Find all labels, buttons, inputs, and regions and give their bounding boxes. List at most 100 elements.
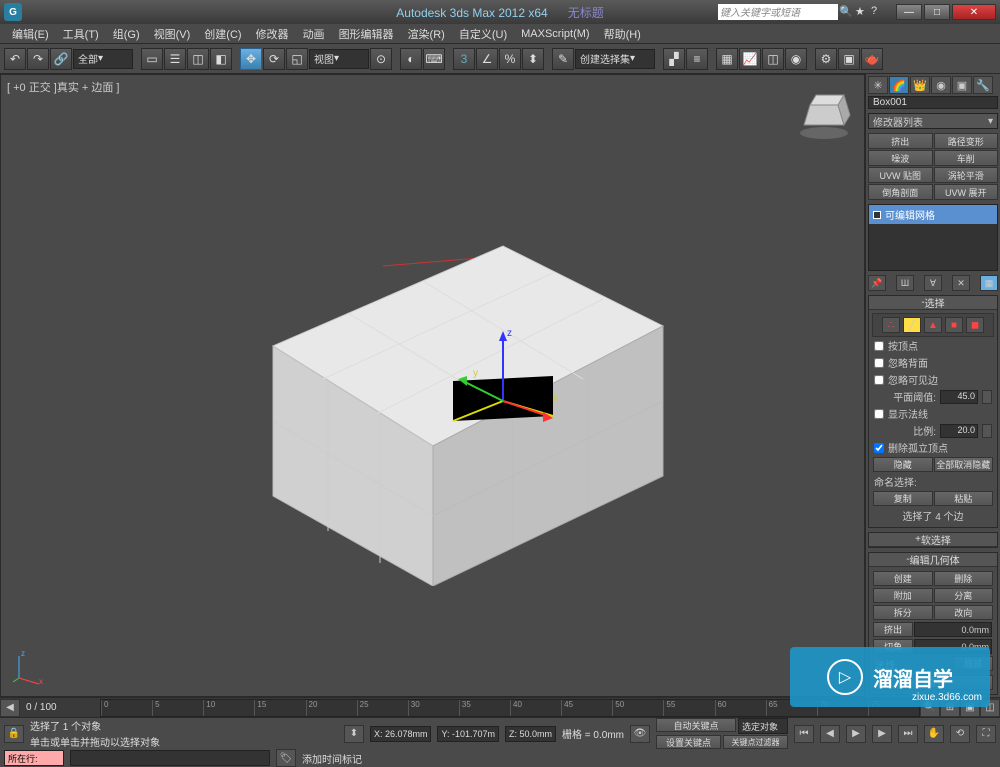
mod-lathe[interactable]: 车削 bbox=[934, 150, 999, 166]
listener-input[interactable] bbox=[70, 750, 270, 766]
keyfilters-button[interactable]: 关键点过滤器 bbox=[723, 735, 788, 749]
material-editor-button[interactable]: ◉ bbox=[785, 48, 807, 70]
render-frame-button[interactable]: ▣ bbox=[838, 48, 860, 70]
viewport-label[interactable]: [ +0 正交 ]真实 + 边面 ] bbox=[7, 79, 119, 95]
show-normals-checkbox[interactable]: 显示法线 bbox=[872, 405, 994, 422]
geo-detach-button[interactable]: 分离 bbox=[934, 588, 994, 603]
rollout-softsel-header[interactable]: + 软选择 bbox=[869, 533, 997, 547]
add-time-tag-button[interactable]: 🏷 bbox=[276, 749, 296, 767]
lock-selection-button[interactable]: 🔒 bbox=[4, 725, 24, 743]
menu-create[interactable]: 创建(C) bbox=[198, 24, 247, 44]
listener-label[interactable]: 所在行: bbox=[4, 750, 64, 766]
unhideall-button[interactable]: 全部取消隐藏 bbox=[934, 457, 994, 472]
viewport-nav-pan[interactable]: ✋ bbox=[924, 725, 944, 743]
tab-motion[interactable]: ◉ bbox=[931, 76, 951, 94]
geo-turn-button[interactable]: 改向 bbox=[934, 605, 994, 620]
move-button[interactable]: ✥ bbox=[240, 48, 262, 70]
menu-rendering[interactable]: 渲染(R) bbox=[402, 24, 451, 44]
geo-divide-button[interactable]: 拆分 bbox=[873, 605, 933, 620]
help-search-input[interactable]: 键入关键字或短语 bbox=[718, 4, 838, 20]
play-prev-button[interactable]: ◀ bbox=[820, 725, 840, 743]
layer-manager-button[interactable]: ▦ bbox=[716, 48, 738, 70]
tab-modify[interactable]: 🌈 bbox=[889, 76, 909, 94]
geo-extrude-field[interactable]: 0.0mm bbox=[914, 622, 992, 637]
modifier-stack[interactable]: 可编辑网格 bbox=[868, 204, 998, 271]
help-icon[interactable]: ? bbox=[871, 5, 885, 19]
menu-graph[interactable]: 图形编辑器 bbox=[333, 24, 400, 44]
remove-modifier-button[interactable]: ✕ bbox=[952, 275, 970, 291]
select-manipulate-button[interactable]: ◐ bbox=[400, 48, 422, 70]
menu-edit[interactable]: 编辑(E) bbox=[6, 24, 55, 44]
setkey-button[interactable]: 设置关键点 bbox=[656, 735, 721, 749]
pivot-button[interactable]: ⊙ bbox=[370, 48, 392, 70]
rollout-selection-header[interactable]: - 选择 bbox=[869, 296, 997, 310]
viewport-nav-minmax[interactable]: ⛶ bbox=[976, 725, 996, 743]
subobj-element[interactable]: ◼ bbox=[966, 317, 984, 333]
select-name-button[interactable]: ☰ bbox=[164, 48, 186, 70]
mod-extrude[interactable]: 挤出 bbox=[868, 133, 933, 149]
rotate-button[interactable]: ⟳ bbox=[263, 48, 285, 70]
snap-toggle[interactable]: 3 bbox=[453, 48, 475, 70]
edit-named-sel-button[interactable]: ✎ bbox=[552, 48, 574, 70]
curve-editor-button[interactable]: 📈 bbox=[739, 48, 761, 70]
coord-z[interactable]: Z: 50.0mm bbox=[505, 726, 556, 742]
planar-thresh-spinner[interactable] bbox=[982, 390, 992, 404]
tab-utilities[interactable]: 🔧 bbox=[973, 76, 993, 94]
menu-modifiers[interactable]: 修改器 bbox=[250, 24, 295, 44]
scale-field[interactable]: 20.0 bbox=[940, 424, 978, 438]
subobj-face[interactable]: ▲ bbox=[924, 317, 942, 333]
isolate-button[interactable]: 👁 bbox=[630, 725, 650, 743]
mod-bevelprofile[interactable]: 倒角剖面 bbox=[868, 184, 933, 200]
coord-y[interactable]: Y: -101.707m bbox=[437, 726, 499, 742]
minimize-button[interactable]: — bbox=[896, 4, 922, 20]
coord-x[interactable]: X: 26.078mm bbox=[370, 726, 432, 742]
paste-selection-button[interactable]: 粘贴 bbox=[934, 491, 994, 506]
geo-attach-button[interactable]: 附加 bbox=[873, 588, 933, 603]
mod-uvwunwrap[interactable]: UVW 展开 bbox=[934, 184, 999, 200]
autokey-button[interactable]: 自动关键点 bbox=[656, 718, 736, 732]
abs-rel-toggle[interactable]: ⬍ bbox=[344, 725, 364, 743]
timeline-start-button[interactable]: ◀ bbox=[0, 699, 20, 717]
copy-selection-button[interactable]: 复制 bbox=[873, 491, 933, 506]
select-region-button[interactable]: ◫ bbox=[187, 48, 209, 70]
keyboard-shortcut-button[interactable]: ⌨ bbox=[423, 48, 445, 70]
keyfilter-dropdown[interactable]: 选定对象 bbox=[738, 718, 788, 734]
mod-noise[interactable]: 噪波 bbox=[868, 150, 933, 166]
modifier-list-dropdown[interactable]: 修改器列表▾ bbox=[868, 113, 998, 129]
by-vertex-checkbox[interactable]: 按顶点 bbox=[872, 337, 994, 354]
app-logo[interactable]: G bbox=[4, 3, 22, 21]
schematic-view-button[interactable]: ◫ bbox=[762, 48, 784, 70]
hide-button[interactable]: 隐藏 bbox=[873, 457, 933, 472]
play-start-button[interactable]: ⏮ bbox=[794, 725, 814, 743]
render-button[interactable]: 🫖 bbox=[861, 48, 883, 70]
angle-snap-button[interactable]: ∠ bbox=[476, 48, 498, 70]
select-button[interactable]: ▭ bbox=[141, 48, 163, 70]
viewcube[interactable] bbox=[794, 85, 854, 145]
link-button[interactable]: 🔗 bbox=[50, 48, 72, 70]
configure-sets-button[interactable]: ▦ bbox=[980, 275, 998, 291]
search-icon[interactable]: 🔍 bbox=[839, 5, 853, 19]
undo-button[interactable]: ↶ bbox=[4, 48, 26, 70]
stack-item-editable-mesh[interactable]: 可编辑网格 bbox=[869, 205, 997, 224]
render-setup-button[interactable]: ⚙ bbox=[815, 48, 837, 70]
rollout-editgeo-header[interactable]: - 编辑几何体 bbox=[869, 553, 997, 567]
play-end-button[interactable]: ⏭ bbox=[898, 725, 918, 743]
align-button[interactable]: ≡ bbox=[686, 48, 708, 70]
spinner-snap-button[interactable]: ⬍ bbox=[522, 48, 544, 70]
menu-maxscript[interactable]: MAXScript(M) bbox=[515, 26, 595, 42]
tab-hierarchy[interactable]: 👑 bbox=[910, 76, 930, 94]
subobj-vertex[interactable]: ∴ bbox=[882, 317, 900, 333]
mirror-button[interactable]: ▞ bbox=[663, 48, 685, 70]
star-icon[interactable]: ★ bbox=[855, 5, 869, 19]
close-button[interactable]: ✕ bbox=[952, 4, 996, 20]
mod-turbosmooth[interactable]: 涡轮平滑 bbox=[934, 167, 999, 183]
geo-extrude-button[interactable]: 挤出 bbox=[873, 622, 913, 637]
scale-spinner[interactable] bbox=[982, 424, 992, 438]
maximize-button[interactable]: □ bbox=[924, 4, 950, 20]
object-name-field[interactable]: Box001 bbox=[868, 96, 998, 109]
redo-button[interactable]: ↷ bbox=[27, 48, 49, 70]
menu-customize[interactable]: 自定义(U) bbox=[453, 24, 513, 44]
mod-uvwmap[interactable]: UVW 贴图 bbox=[868, 167, 933, 183]
geo-delete-button[interactable]: 删除 bbox=[934, 571, 994, 586]
menu-group[interactable]: 组(G) bbox=[107, 24, 146, 44]
